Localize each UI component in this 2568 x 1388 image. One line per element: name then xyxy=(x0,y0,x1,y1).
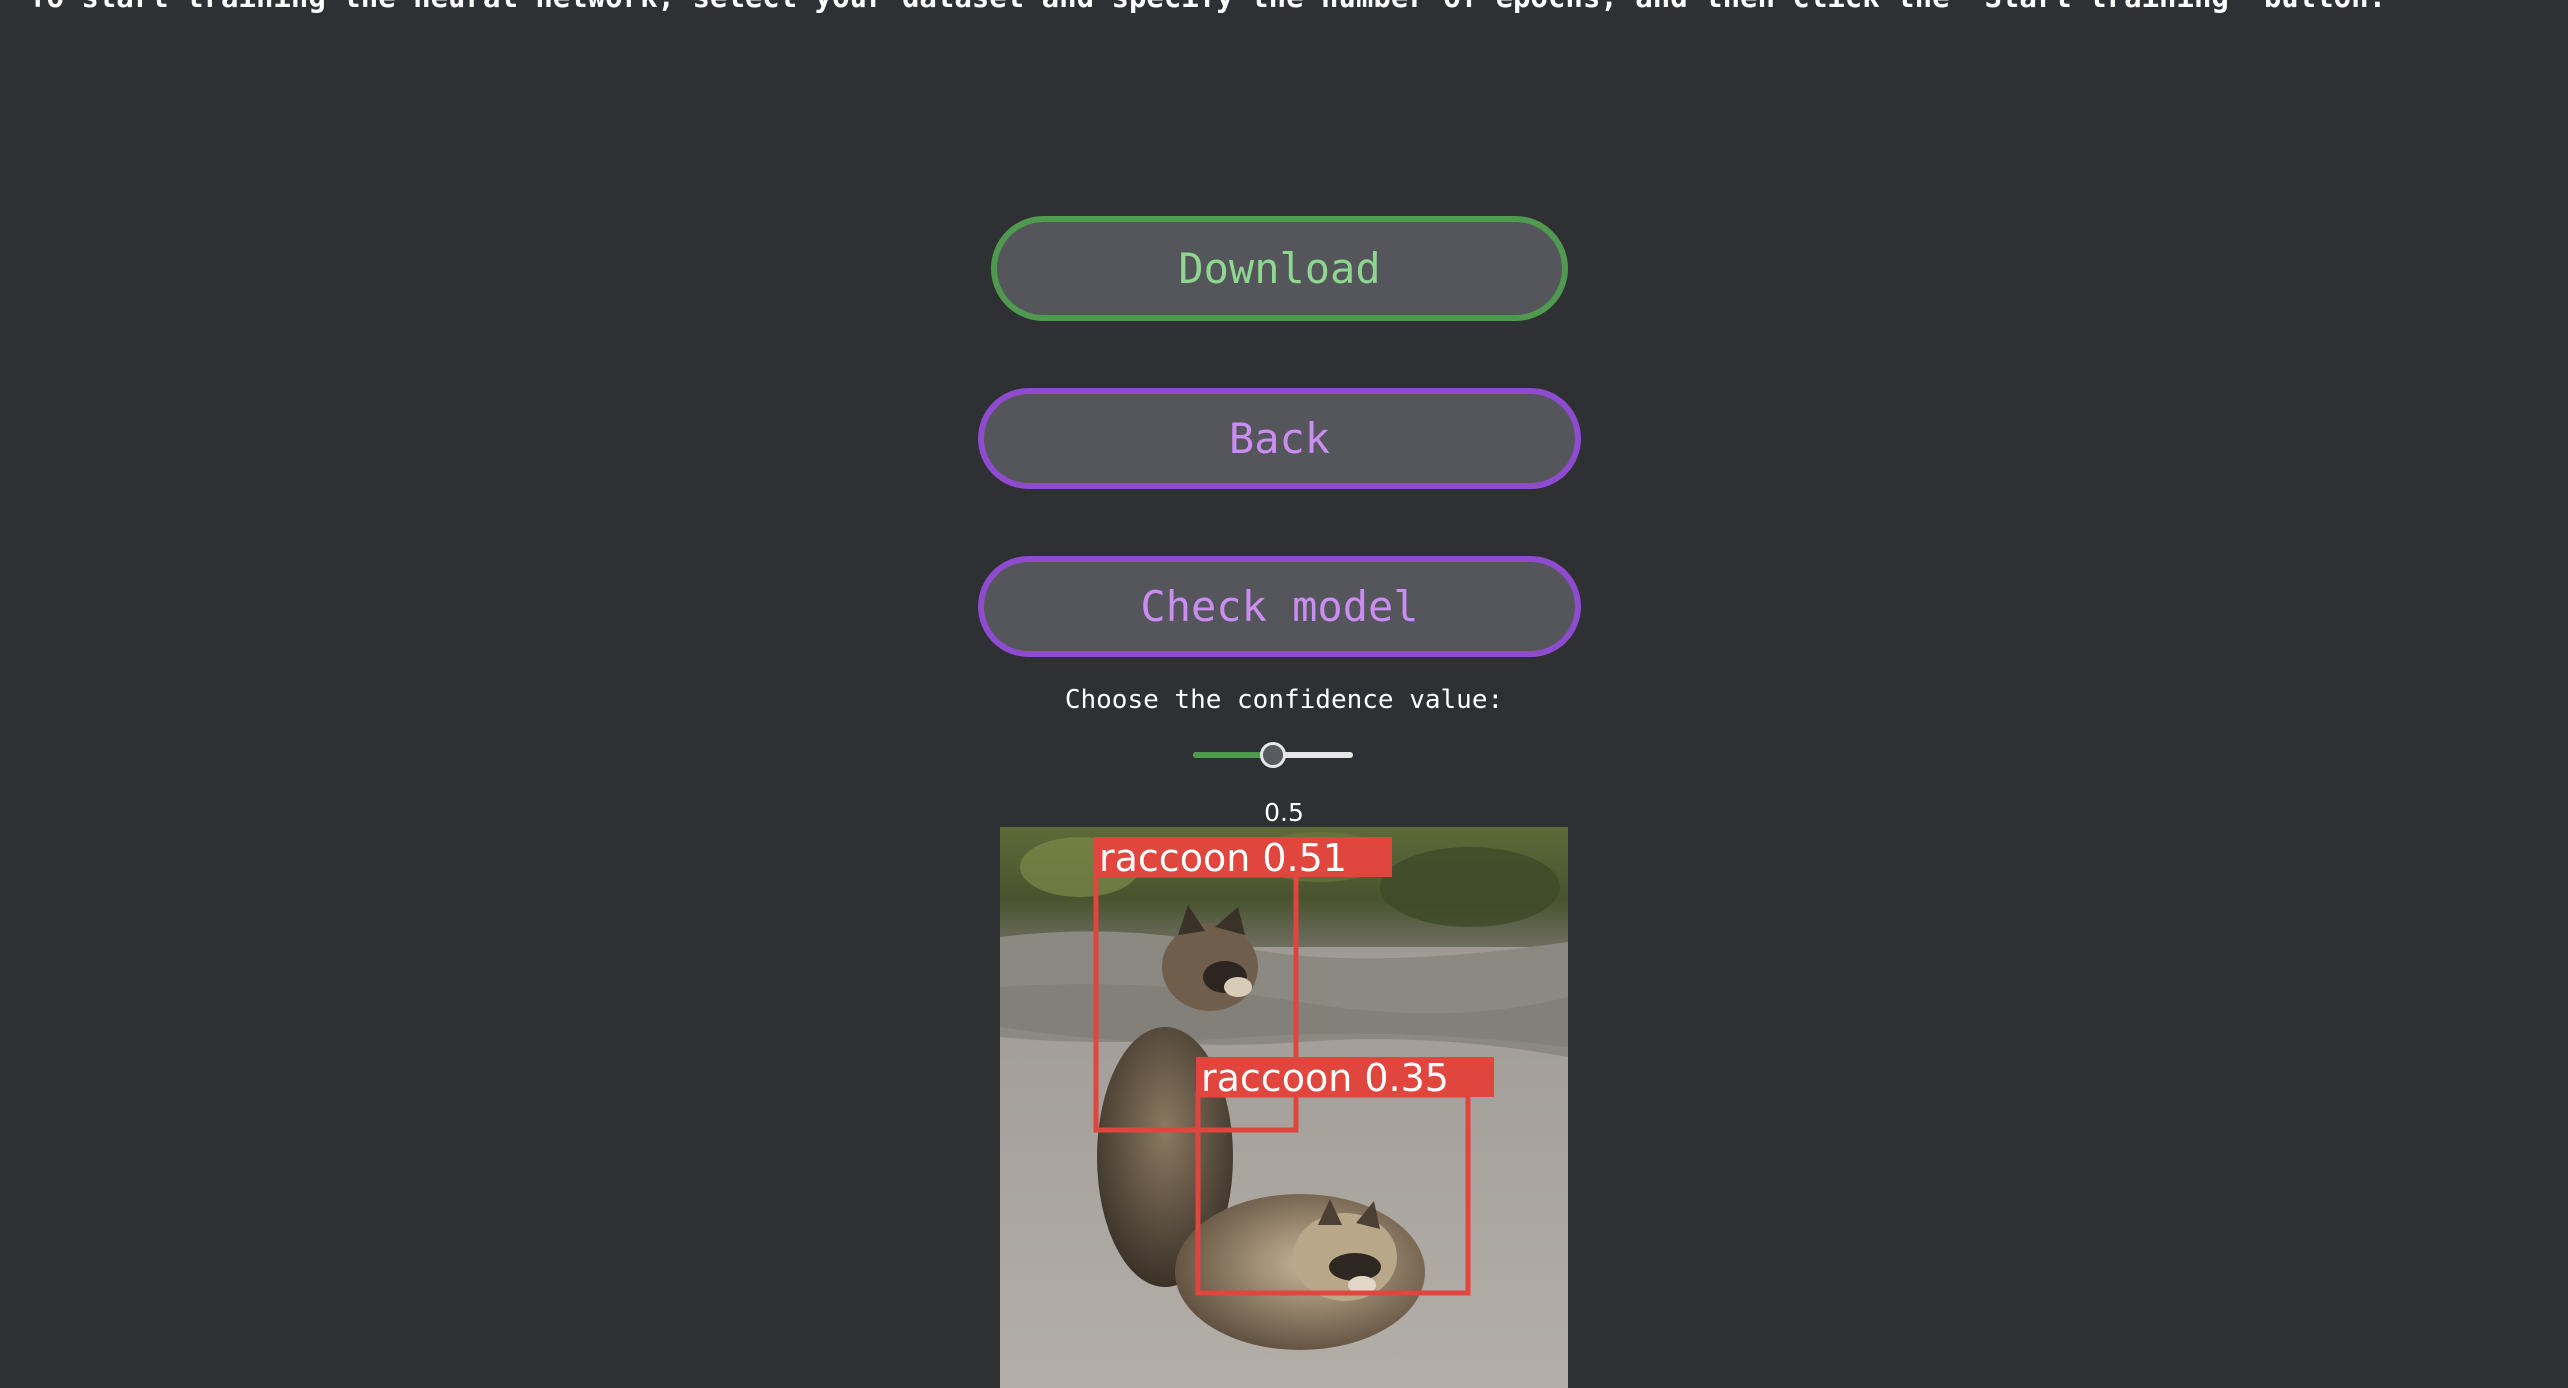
raccoon-muzzle xyxy=(1224,977,1252,997)
foliage-patch xyxy=(1380,847,1560,927)
detection-label: raccoon 0.51 xyxy=(1099,836,1347,880)
result-image-svg: raccoon 0.51 raccoon 0.35 xyxy=(1000,827,1568,1388)
detection-result-image: raccoon 0.51 raccoon 0.35 xyxy=(1000,827,1568,1388)
confidence-slider[interactable] xyxy=(1193,740,1353,770)
intro-text: To start training the neural network, se… xyxy=(29,0,2529,16)
confidence-value: 0.5 xyxy=(1264,798,1304,827)
confidence-label: Choose the confidence value: xyxy=(1064,685,1504,715)
download-button[interactable]: Download xyxy=(991,216,1568,321)
raccoon-mask xyxy=(1329,1253,1381,1281)
check-model-button[interactable]: Check model xyxy=(978,556,1581,657)
detection-label: raccoon 0.35 xyxy=(1201,1056,1449,1100)
slider-thumb[interactable] xyxy=(1260,742,1286,768)
back-button[interactable]: Back xyxy=(978,388,1581,489)
